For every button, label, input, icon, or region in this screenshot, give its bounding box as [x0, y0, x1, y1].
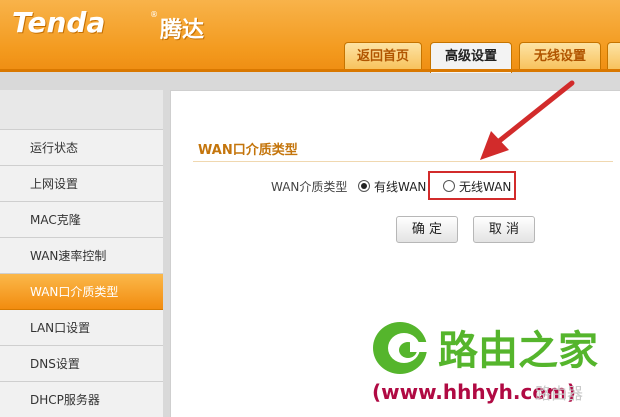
watermark-faint-text: 路由器 — [535, 384, 584, 403]
watermark-logo-icon — [373, 322, 432, 374]
watermark-brand: 路由之家 — [438, 328, 598, 374]
